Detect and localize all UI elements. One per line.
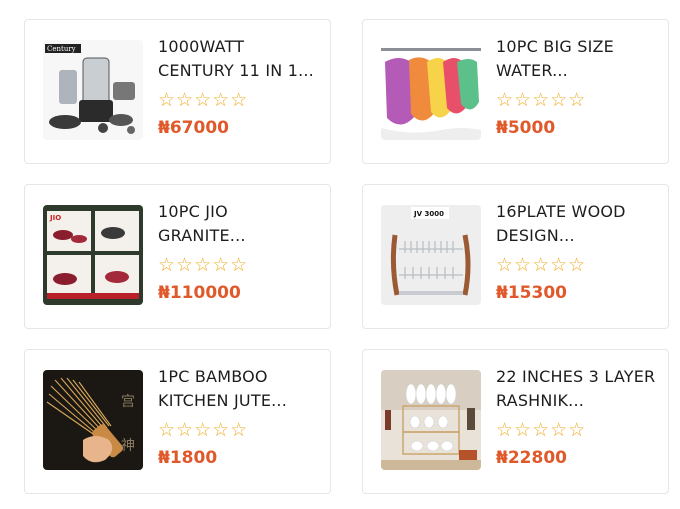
product-image[interactable] <box>381 40 481 140</box>
product-card[interactable]: 22 INCHES 3 LAYER RASHNIK... ☆☆☆☆☆ ₦2280… <box>362 349 669 494</box>
cookware-set-image: JIO <box>43 205 143 305</box>
hanging-towels-image <box>381 40 481 140</box>
product-price: ₦22800 <box>496 448 567 468</box>
star-rating: ☆☆☆☆☆ <box>496 420 587 441</box>
product-name[interactable]: 16PLATE WOOD DESIGN... <box>496 200 656 248</box>
star-rating: ☆☆☆☆☆ <box>158 255 249 276</box>
product-price: ₦67000 <box>158 118 229 138</box>
product-name[interactable]: 1000WATT CENTURY 11 IN 1... <box>158 35 318 83</box>
product-image[interactable]: Century <box>43 40 143 140</box>
svg-text:宫: 宫 <box>121 394 135 410</box>
product-image[interactable]: JV 3000 <box>381 205 481 305</box>
product-card[interactable]: JV 3000 16PLATE WOOD DESIGN... ☆☆☆☆☆ ₦15… <box>362 184 669 329</box>
product-image[interactable]: JIO <box>43 205 143 305</box>
brand-label: JIO <box>49 214 61 222</box>
product-price: ₦1800 <box>158 448 218 468</box>
product-card[interactable]: 宫 神 1PC BAMBOO KITCHEN JUTE... ☆☆☆☆☆ ₦18… <box>24 349 331 494</box>
product-name[interactable]: 22 INCHES 3 LAYER RASHNIK... <box>496 365 656 413</box>
brand-label: Century <box>47 45 76 53</box>
product-image[interactable] <box>381 370 481 470</box>
product-price: ₦15300 <box>496 283 567 303</box>
product-info: 10PC BIG SIZE WATER... ☆☆☆☆☆ ₦5000 <box>496 35 656 140</box>
brand-label: JV 3000 <box>413 210 444 218</box>
product-price: ₦110000 <box>158 283 241 303</box>
product-card[interactable]: JIO 10PC JIO GRANITE... ☆☆☆☆☆ ₦110000 <box>24 184 331 329</box>
product-info: 16PLATE WOOD DESIGN... ☆☆☆☆☆ ₦15300 <box>496 200 656 305</box>
product-name[interactable]: 10PC JIO GRANITE... <box>158 200 318 248</box>
product-name[interactable]: 10PC BIG SIZE WATER... <box>496 35 656 83</box>
star-rating: ☆☆☆☆☆ <box>496 90 587 111</box>
product-grid: Century 1000WATT CENTURY 11 IN 1... ☆☆☆☆… <box>24 19 669 495</box>
product-info: 10PC JIO GRANITE... ☆☆☆☆☆ ₦110000 <box>158 200 318 305</box>
food-processor-image: Century <box>43 40 143 140</box>
product-info: 1PC BAMBOO KITCHEN JUTE... ☆☆☆☆☆ ₦1800 <box>158 365 318 470</box>
bamboo-whisk-image: 宫 神 <box>43 370 143 470</box>
product-info: 1000WATT CENTURY 11 IN 1... ☆☆☆☆☆ ₦67000 <box>158 35 318 140</box>
star-rating: ☆☆☆☆☆ <box>158 90 249 111</box>
star-rating: ☆☆☆☆☆ <box>496 255 587 276</box>
dish-rack-image: JV 3000 <box>381 205 481 305</box>
product-card[interactable]: Century 1000WATT CENTURY 11 IN 1... ☆☆☆☆… <box>24 19 331 164</box>
product-image[interactable]: 宫 神 <box>43 370 143 470</box>
product-name[interactable]: 1PC BAMBOO KITCHEN JUTE... <box>158 365 318 413</box>
product-price: ₦5000 <box>496 118 556 138</box>
star-rating: ☆☆☆☆☆ <box>158 420 249 441</box>
svg-text:神: 神 <box>121 438 135 454</box>
plate-rack-image <box>381 370 481 470</box>
product-card[interactable]: 10PC BIG SIZE WATER... ☆☆☆☆☆ ₦5000 <box>362 19 669 164</box>
product-info: 22 INCHES 3 LAYER RASHNIK... ☆☆☆☆☆ ₦2280… <box>496 365 656 470</box>
